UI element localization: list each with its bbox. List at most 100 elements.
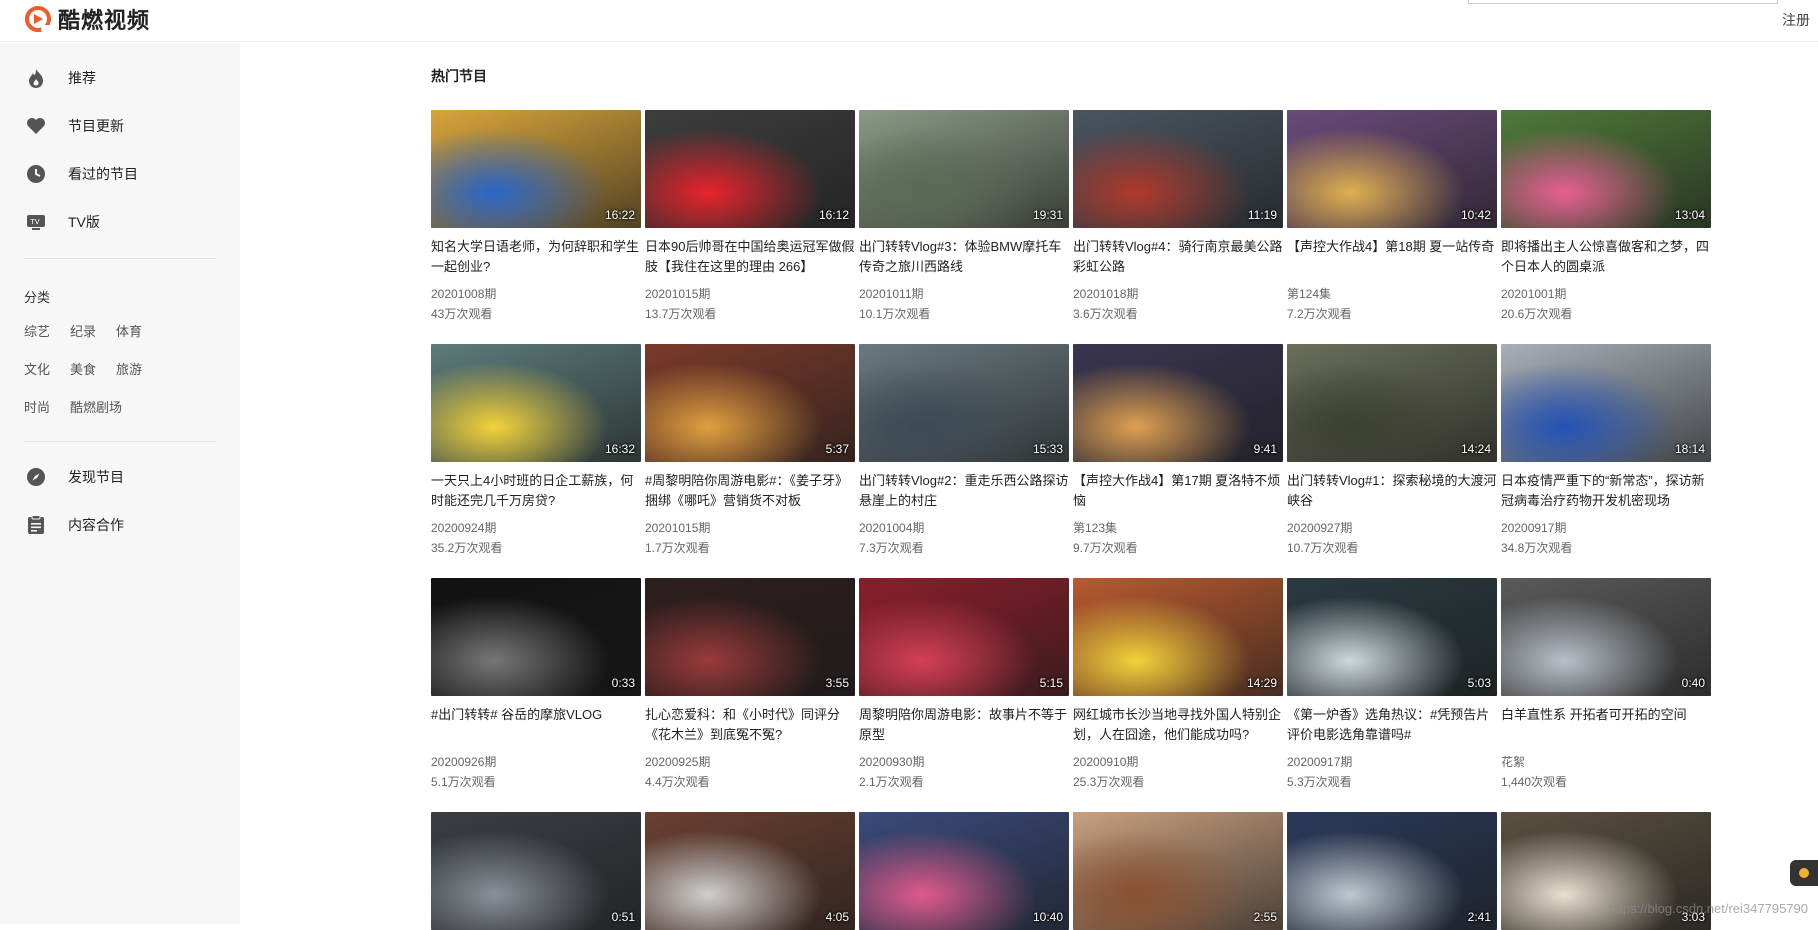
video-title[interactable]: 网红城市长沙当地寻找外国人特别企划，人在囧途，他们能成功吗? bbox=[1073, 705, 1283, 745]
video-title[interactable]: 出门转转Vlog#1：探索秘境的大渡河峡谷 bbox=[1287, 471, 1497, 511]
thumbnail-image bbox=[431, 578, 641, 696]
category-link[interactable]: 旅游 bbox=[116, 359, 142, 378]
category-link[interactable]: 美食 bbox=[70, 359, 96, 378]
video-views: 2.1万次观看 bbox=[859, 772, 1069, 792]
category-row: 文化 美食 旅游 bbox=[24, 359, 142, 378]
video-card[interactable]: 5:03《第一炉香》选角热议：#凭预告片评价电影选角靠谱吗#20200917期5… bbox=[1287, 578, 1497, 792]
video-thumbnail[interactable]: 0:51 bbox=[431, 812, 641, 930]
video-card[interactable]: 10:40 bbox=[859, 812, 1069, 930]
video-title[interactable]: 即将播出主人公惊喜做客和之梦，四个日本人的圆桌派 bbox=[1501, 237, 1711, 277]
category-link[interactable]: 纪录 bbox=[70, 321, 96, 340]
video-thumbnail[interactable]: 9:41 bbox=[1073, 344, 1283, 462]
logo[interactable]: 酷燃视频 bbox=[24, 4, 150, 34]
video-card[interactable]: 0:33#出门转转# 谷岳的摩旅VLOG20200926期5.1万次观看 bbox=[431, 578, 641, 792]
video-thumbnail[interactable]: 0:40 bbox=[1501, 578, 1711, 696]
video-thumbnail[interactable]: 18:14 bbox=[1501, 344, 1711, 462]
video-duration: 16:32 bbox=[605, 442, 635, 456]
video-title[interactable]: 出门转转Vlog#4：骑行南京最美公路彩虹公路 bbox=[1073, 237, 1283, 277]
video-card[interactable]: 5:37 #周黎明陪你周游电影#：《姜子牙》捆绑《哪吒》营销货不对板 2020101… bbox=[645, 344, 855, 558]
video-title[interactable]: #出门转转# 谷岳的摩旅VLOG bbox=[431, 705, 641, 745]
video-title[interactable]: 知名大学日语老师，为何辞职和学生一起创业? bbox=[431, 237, 641, 277]
category-link[interactable]: 时尚 bbox=[24, 397, 50, 416]
sidebar: 推荐 节目更新 看过的节目 TV TV版 分类 综艺 纪录 体育 文化 美食 旅… bbox=[0, 43, 240, 924]
video-episode: 20201011期 bbox=[859, 284, 1069, 304]
category-link[interactable]: 体育 bbox=[116, 321, 142, 340]
video-title[interactable]: 一天只上4小时班的日企工薪族，何时能还完几千万房贷? bbox=[431, 471, 641, 511]
sidebar-item-history[interactable]: 看过的节目 bbox=[24, 160, 138, 188]
video-title[interactable]: 日本90后帅哥在中国给奥运冠军做假肢【我住在这里的理由 266】 bbox=[645, 237, 855, 277]
video-thumbnail[interactable]: 19:31 bbox=[859, 110, 1069, 228]
video-thumbnail[interactable]: 3:55 bbox=[645, 578, 855, 696]
video-thumbnail[interactable]: 5:37 bbox=[645, 344, 855, 462]
video-card[interactable]: 0:51 bbox=[431, 812, 641, 930]
video-thumbnail[interactable]: 5:15 bbox=[859, 578, 1069, 696]
category-link[interactable]: 文化 bbox=[24, 359, 50, 378]
video-thumbnail[interactable]: 14:29 bbox=[1073, 578, 1283, 696]
search-box[interactable] bbox=[1468, 0, 1778, 4]
video-thumbnail[interactable]: 10:42 bbox=[1287, 110, 1497, 228]
sidebar-item-tv[interactable]: TV TV版 bbox=[24, 208, 100, 236]
video-card[interactable]: 19:31 出门转转Vlog#3：体验BMW摩托车传奇之旅川西路线 20201011… bbox=[859, 110, 1069, 324]
video-card[interactable]: 14:29网红城市长沙当地寻找外国人特别企划，人在囧途，他们能成功吗?20200… bbox=[1073, 578, 1283, 792]
video-episode: 20200926期 bbox=[431, 752, 641, 772]
video-episode: 第123集 bbox=[1073, 518, 1283, 538]
category-row: 时尚 酷燃剧场 bbox=[24, 397, 122, 416]
video-title[interactable]: 【声控大作战4】第18期 夏一站传奇 bbox=[1287, 237, 1497, 277]
video-title[interactable]: 《第一炉香》选角热议：#凭预告片评价电影选角靠谱吗# bbox=[1287, 705, 1497, 745]
sidebar-item-discover[interactable]: 发现节目 bbox=[24, 463, 124, 491]
video-thumbnail[interactable]: 11:19 bbox=[1073, 110, 1283, 228]
svg-text:TV: TV bbox=[30, 218, 40, 226]
video-title[interactable]: 出门转转Vlog#3：体验BMW摩托车传奇之旅川西路线 bbox=[859, 237, 1069, 277]
video-card[interactable]: 2:41 bbox=[1287, 812, 1497, 930]
video-episode: 20201015期 bbox=[645, 518, 855, 538]
video-card[interactable]: 16:32一天只上4小时班的日企工薪族，何时能还完几千万房贷?20200924期… bbox=[431, 344, 641, 558]
video-card[interactable]: 4:05 bbox=[645, 812, 855, 930]
video-card[interactable]: 0:40白羊直性系 开拓者可开拓的空间花絮1,440次观看 bbox=[1501, 578, 1711, 792]
category-link[interactable]: 酷燃剧场 bbox=[70, 397, 122, 416]
video-thumbnail[interactable]: 2:41 bbox=[1287, 812, 1497, 930]
video-duration: 5:37 bbox=[826, 442, 849, 456]
video-card[interactable]: 9:41 【声控大作战4】第17期 夏洛特不烦恼第123集9.7万次观看 bbox=[1073, 344, 1283, 558]
watermark: https://blog.csdn.net/rei347795790 bbox=[1609, 901, 1808, 916]
sidebar-item-recommend[interactable]: 推荐 bbox=[24, 64, 96, 92]
sidebar-item-updates[interactable]: 节目更新 bbox=[24, 112, 124, 140]
video-card[interactable]: 14:24出门转转Vlog#1：探索秘境的大渡河峡谷20200927期10.7万… bbox=[1287, 344, 1497, 558]
register-link[interactable]: 注册 bbox=[1782, 10, 1810, 30]
video-thumbnail[interactable]: 16:32 bbox=[431, 344, 641, 462]
video-title[interactable]: 周黎明陪你周游电影：故事片不等于原型 bbox=[859, 705, 1069, 745]
video-card[interactable]: 2:55 bbox=[1073, 812, 1283, 930]
video-title[interactable]: 白羊直性系 开拓者可开拓的空间 bbox=[1501, 705, 1711, 745]
video-thumbnail[interactable]: 0:33 bbox=[431, 578, 641, 696]
video-views: 10.7万次观看 bbox=[1287, 538, 1497, 558]
video-thumbnail[interactable]: 15:33 bbox=[859, 344, 1069, 462]
video-duration: 2:41 bbox=[1468, 910, 1491, 924]
video-card[interactable]: 3:55扎心恋爱科：和《小时代》同评分《花木兰》到底冤不冤?20200925期4… bbox=[645, 578, 855, 792]
video-title[interactable]: 【声控大作战4】第17期 夏洛特不烦恼 bbox=[1073, 471, 1283, 511]
video-thumbnail[interactable]: 16:12 bbox=[645, 110, 855, 228]
video-card[interactable]: 16:22知名大学日语老师，为何辞职和学生一起创业?20201008期43万次观… bbox=[431, 110, 641, 324]
floating-side-tab[interactable] bbox=[1790, 860, 1818, 886]
video-thumbnail[interactable]: 14:24 bbox=[1287, 344, 1497, 462]
video-thumbnail[interactable]: 2:55 bbox=[1073, 812, 1283, 930]
video-title[interactable]: 扎心恋爱科：和《小时代》同评分《花木兰》到底冤不冤? bbox=[645, 705, 855, 745]
video-title[interactable]: #周黎明陪你周游电影#：《姜子牙》捆绑《哪吒》营销货不对板 bbox=[645, 471, 855, 511]
video-thumbnail[interactable]: 10:40 bbox=[859, 812, 1069, 930]
sidebar-item-cooperation[interactable]: 内容合作 bbox=[24, 511, 124, 539]
category-link[interactable]: 综艺 bbox=[24, 321, 50, 340]
video-card[interactable]: 10:42【声控大作战4】第18期 夏一站传奇第124集7.2万次观看 bbox=[1287, 110, 1497, 324]
video-card[interactable]: 15:33出门转转Vlog#2：重走乐西公路探访悬崖上的村庄20201004期7… bbox=[859, 344, 1069, 558]
video-card[interactable]: 18:14日本疫情严重下的“新常态”，探访新冠病毒治疗药物开发机密现场20200… bbox=[1501, 344, 1711, 558]
video-duration: 14:29 bbox=[1247, 676, 1277, 690]
video-thumbnail[interactable]: 13:04 bbox=[1501, 110, 1711, 228]
video-card[interactable]: 5:15周黎明陪你周游电影：故事片不等于原型20200930期2.1万次观看 bbox=[859, 578, 1069, 792]
video-title[interactable]: 出门转转Vlog#2：重走乐西公路探访悬崖上的村庄 bbox=[859, 471, 1069, 511]
video-title[interactable]: 日本疫情严重下的“新常态”，探访新冠病毒治疗药物开发机密现场 bbox=[1501, 471, 1711, 511]
video-card[interactable]: 16:12日本90后帅哥在中国给奥运冠军做假肢【我住在这里的理由 266】202… bbox=[645, 110, 855, 324]
video-views: 9.7万次观看 bbox=[1073, 538, 1283, 558]
tv-icon: TV bbox=[24, 210, 48, 234]
video-card[interactable]: 11:19出门转转Vlog#4：骑行南京最美公路彩虹公路20201018期3.6… bbox=[1073, 110, 1283, 324]
video-thumbnail[interactable]: 5:03 bbox=[1287, 578, 1497, 696]
video-card[interactable]: 13:04即将播出主人公惊喜做客和之梦，四个日本人的圆桌派20201001期20… bbox=[1501, 110, 1711, 324]
video-thumbnail[interactable]: 16:22 bbox=[431, 110, 641, 228]
video-thumbnail[interactable]: 4:05 bbox=[645, 812, 855, 930]
